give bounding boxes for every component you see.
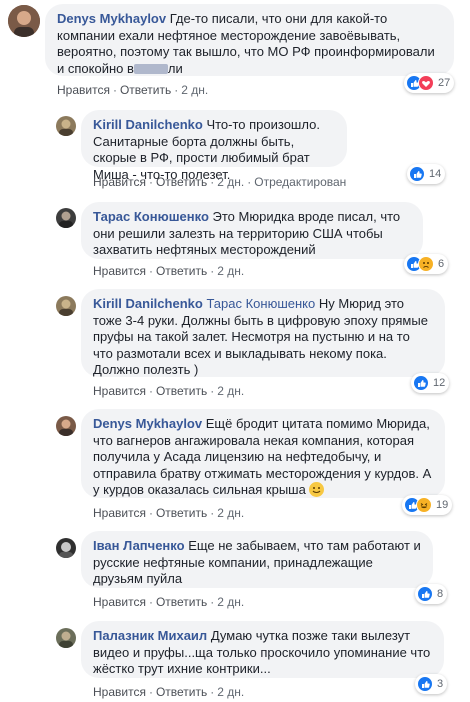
like-reaction-icon [413,375,429,391]
avatar-image-icon [56,538,76,558]
like-link[interactable]: Нравится [93,506,146,520]
comment-time[interactable]: 2 дн. [217,264,244,278]
comment-actions: Нравится · Ответить · 2 дн. [57,83,209,97]
like-link[interactable]: Нравится [57,83,110,97]
reply-link[interactable]: Ответить [156,384,207,398]
comment-bubble: Тарас Конюшенко Это Мюридка вроде писал,… [81,202,423,259]
avatar-image-icon [56,628,76,648]
haha-reaction-icon [416,497,432,513]
reactions-count: 3 [437,678,444,690]
comment-author[interactable]: Тарас Конюшенко [93,209,209,224]
sad-reaction-icon [418,256,434,272]
comment-bubble: Іван Лапченко Еще не забываем, что там р… [81,531,433,588]
avatar[interactable] [56,116,76,136]
reactions-count: 27 [438,77,451,89]
avatar-image-icon [8,5,40,37]
avatar[interactable] [56,416,76,436]
avatar[interactable] [8,5,40,37]
smile-emoji-icon [309,482,325,497]
comment-actions: Нравится · Ответить · 2 дн. [93,264,245,278]
reply-link[interactable]: Ответить [156,595,207,609]
reactions-count: 8 [437,588,444,600]
reactions-summary[interactable]: 12 [411,373,450,393]
comment-author[interactable]: Палазник Михаил [93,628,207,643]
comment-author[interactable]: Denys Mykhaylov [57,11,166,26]
like-reaction-icon [409,166,425,182]
reactions-count: 14 [429,168,442,180]
avatar-image-icon [56,116,76,136]
avatar-image-icon [56,416,76,436]
comment-actions: Нравится · Ответить · 2 дн. [93,685,245,699]
redacted-text [133,63,168,74]
comment-time[interactable]: 2 дн. [217,175,244,189]
reactions-summary[interactable]: 3 [415,674,448,694]
comment-time[interactable]: 2 дн. [217,595,244,609]
reactions-summary[interactable]: 19 [402,495,453,515]
reactions-summary[interactable]: 27 [404,73,455,93]
avatar-image-icon [56,296,76,316]
comment-author[interactable]: Denys Mykhaylov [93,416,202,431]
reply-link[interactable]: Ответить [120,83,171,97]
avatar[interactable] [56,296,76,316]
comment-author[interactable]: Kirill Danilchenko [93,296,203,311]
avatar-image-icon [56,208,76,228]
comment-bubble: Палазник Михаил Думаю чутка позже таки в… [81,621,444,678]
comment-text-end: ли [167,60,183,76]
edited-label[interactable]: Отредактирован [254,175,346,189]
reply-link[interactable]: Ответить [156,175,207,189]
comment-author[interactable]: Іван Лапченко [93,538,185,553]
comment-author[interactable]: Kirill Danilchenko [93,117,203,132]
comment-bubble: Denys Mykhaylov Ещё бродит цитата помимо… [81,409,445,498]
reactions-summary[interactable]: 14 [407,164,446,184]
like-reaction-icon [417,586,433,602]
like-link[interactable]: Нравится [93,175,146,189]
comment-time[interactable]: 2 дн. [181,83,208,97]
reactions-summary[interactable]: 8 [415,584,448,604]
comment-actions: Нравится · Ответить · 2 дн. · Отредактирован [93,175,347,189]
comment-actions: Нравится · Ответить · 2 дн. [93,384,245,398]
reply-link[interactable]: Ответить [156,685,207,699]
reply-link[interactable]: Ответить [156,264,207,278]
reactions-count: 6 [438,258,445,270]
reactions-count: 19 [436,499,449,511]
reactions-summary[interactable]: 6 [404,254,449,274]
avatar[interactable] [56,628,76,648]
like-link[interactable]: Нравится [93,685,146,699]
comment-bubble: Denys Mykhaylov Где-то писали, что они д… [45,4,454,76]
like-link[interactable]: Нравится [93,595,146,609]
love-reaction-icon [418,75,434,91]
reply-link[interactable]: Ответить [156,506,207,520]
comment-time[interactable]: 2 дн. [217,685,244,699]
comment-bubble: Kirill Danilchenko Что-то произошло. Сан… [81,110,347,182]
mention-link[interactable]: Тарас Конюшенко [206,296,315,311]
avatar[interactable] [56,208,76,228]
like-reaction-icon [417,676,433,692]
reactions-count: 12 [433,377,446,389]
like-link[interactable]: Нравится [93,264,146,278]
comment-time[interactable]: 2 дн. [217,384,244,398]
avatar[interactable] [56,538,76,558]
comment-actions: Нравится · Ответить · 2 дн. [93,595,245,609]
comment-time[interactable]: 2 дн. [217,506,244,520]
comment-bubble: Kirill Danilchenko Тарас Конюшенко Ну Мю… [81,289,445,377]
comment-actions: Нравится · Ответить · 2 дн. [93,506,245,520]
like-link[interactable]: Нравится [93,384,146,398]
